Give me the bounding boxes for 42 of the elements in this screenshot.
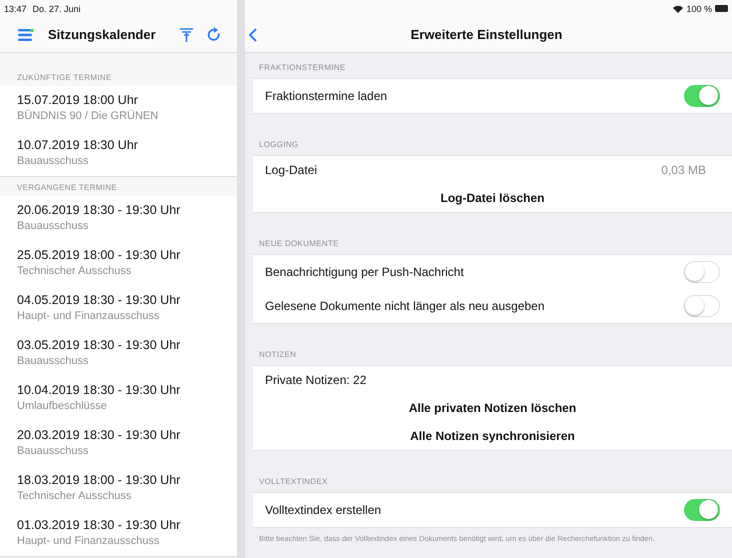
battery-icon (715, 5, 729, 12)
section-header: VERGANGENE TERMINE (16, 182, 118, 194)
section-header: LOGGING (258, 139, 300, 151)
toggle-switch[interactable] (684, 85, 720, 107)
setting-label: Private Notizen: 22 (265, 373, 368, 387)
battery-percent: 100 % (686, 4, 712, 14)
setting-label: Fraktionstermine laden (265, 89, 388, 103)
action-button[interactable]: Alle privaten Notizen löschen (265, 395, 720, 421)
appointment-item[interactable]: 01.03.2019 18:30 - 19:30 Uhr Haupt- und Finanzausschuss (0, 511, 237, 556)
appointment-item[interactable]: 04.05.2019 18:30 - 19:30 Uhr Haupt- und Finanzausschuss (0, 286, 237, 331)
section-header: FRAKTIONSTERMINE (258, 62, 347, 74)
section-header: ZUKÜNFTIGE TERMINE (16, 72, 113, 84)
appointment-item[interactable]: 15.07.2019 18:00 Uhr BÜNDNIS 90 / Die GRÜNEN (0, 86, 237, 131)
setting-label: Log-Datei (265, 163, 318, 177)
setting-label: Benachrichtigung per Push-Nachricht (265, 265, 465, 279)
status-date: Do. 27. Juni (32, 4, 81, 14)
menu-icon[interactable] (18, 28, 34, 40)
appointment-item[interactable]: 20.06.2019 18:30 - 19:30 Uhr Bauausschuss (0, 196, 237, 241)
setting-value: 0,03 MB (661, 163, 706, 177)
setting-label: Volltextindex erstellen (265, 503, 382, 517)
toggle-switch[interactable] (684, 295, 720, 317)
appointment-item[interactable]: 18.03.2019 18:00 - 19:30 Uhr Technischer Ausschuss (0, 466, 237, 511)
refresh-icon[interactable] (207, 27, 221, 42)
appointment-item[interactable]: 03.05.2019 18:30 - 19:30 Uhr Bauausschuss (0, 331, 237, 376)
appointment-item[interactable]: 10.04.2019 18:30 - 19:30 Uhr Umlaufbeschlüsse (0, 376, 237, 421)
status-time: 13:47 (4, 4, 27, 14)
back-icon[interactable] (249, 28, 257, 42)
appointment-item[interactable]: 20.03.2019 18:30 - 19:30 Uhr Bauausschuss (0, 421, 237, 466)
toggle-switch[interactable] (684, 499, 720, 521)
page-title: Erweiterte Einstellungen (410, 27, 564, 42)
section-header: NEUE DOKUMENTE (258, 238, 340, 250)
wifi-icon (673, 4, 684, 12)
section-header: VOLLTEXTINDEX (258, 476, 329, 488)
action-button[interactable]: Log-Datei löschen (265, 185, 720, 211)
appointment-item[interactable]: 25.05.2019 18:00 - 19:30 Uhr Technischer Ausschuss (0, 241, 237, 286)
toggle-switch[interactable] (684, 261, 720, 283)
filter-icon[interactable] (180, 28, 193, 42)
section-header: NOTIZEN (258, 349, 298, 361)
action-button[interactable]: Alle Notizen synchronisieren (265, 423, 720, 449)
sidebar-title: Sitzungskalender (48, 27, 157, 42)
appointment-item[interactable]: 10.07.2019 18:30 Uhr Bauausschuss (0, 131, 237, 176)
setting-label: Gelesene Dokumente nicht länger als neu ausgeben (265, 299, 546, 313)
